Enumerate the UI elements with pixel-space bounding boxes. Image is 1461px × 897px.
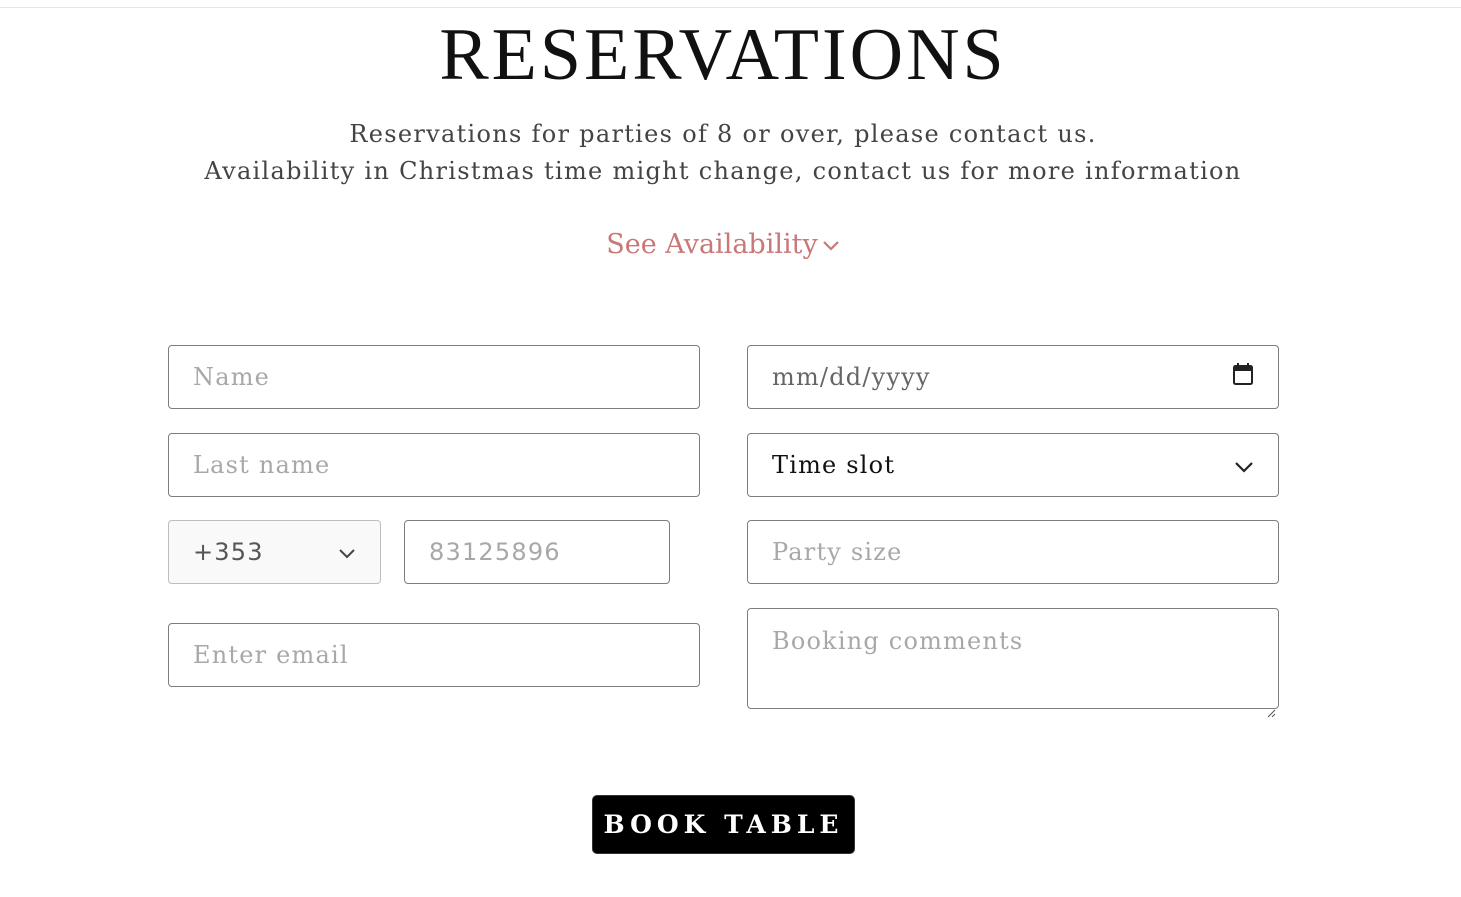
intro-line-1: Reservations for parties of 8 or over, p… [349,120,1097,148]
see-availability-label: See Availability [606,229,818,260]
phone-code-select[interactable]: +353 [168,520,381,584]
name-placeholder: Name [193,363,271,391]
chevron-down-icon [822,225,840,263]
phone-code-value: +353 [193,538,264,566]
booking-comments-textarea[interactable]: Booking comments [747,608,1279,718]
resize-grip-icon[interactable] [1266,696,1276,718]
last-name-placeholder: Last name [193,451,331,479]
time-slot-value: Time slot [772,451,896,479]
last-name-input[interactable]: Last name [168,433,700,497]
booking-comments-placeholder: Booking comments [772,627,1024,655]
email-input[interactable]: Enter email [168,623,700,687]
phone-number-input[interactable]: 83125896 [404,520,670,584]
calendar-icon[interactable] [1232,362,1254,392]
intro-text: Reservations for parties of 8 or over, p… [0,116,1446,190]
name-input[interactable]: Name [168,345,700,409]
book-table-button[interactable]: BOOK TABLE [592,795,855,854]
chevron-down-icon [338,538,356,566]
phone-number-placeholder: 83125896 [429,538,561,566]
party-size-placeholder: Party size [772,538,903,566]
page-title: RESERVATIONS [439,14,1007,96]
date-input[interactable]: mm/dd/yyyy [747,345,1279,409]
see-availability-link[interactable]: See Availability [0,226,1446,264]
time-slot-select[interactable]: Time slot [747,433,1279,497]
reservations-page: RESERVATIONS Reservations for parties of… [0,0,1461,897]
party-size-input[interactable]: Party size [747,520,1279,584]
top-divider [0,7,1461,8]
intro-line-2: Availability in Christmas time might cha… [204,157,1242,185]
chevron-down-icon [1234,451,1254,479]
date-placeholder: mm/dd/yyyy [772,363,931,391]
email-placeholder: Enter email [193,641,349,669]
